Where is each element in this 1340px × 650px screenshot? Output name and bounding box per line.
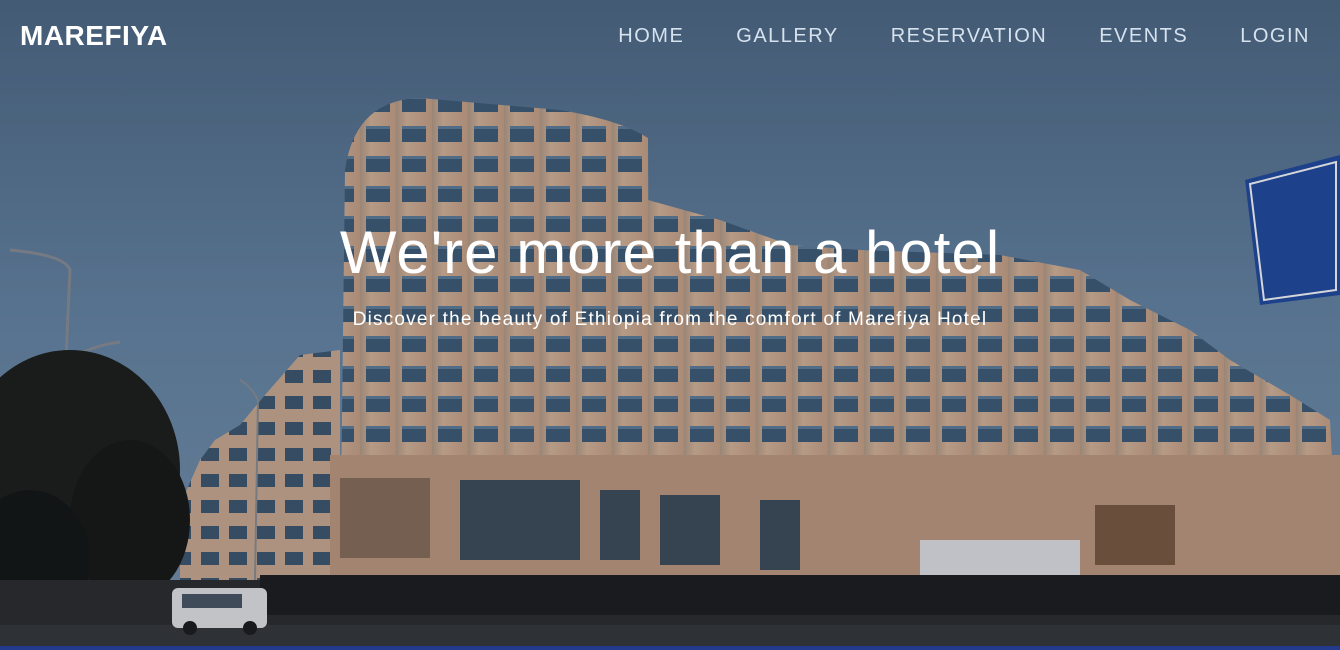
nav-home-link[interactable]: HOME — [618, 25, 684, 48]
bottom-accent-bar — [0, 646, 1340, 650]
nav-login-link[interactable]: LOGIN — [1240, 25, 1310, 48]
nav-reservation-link[interactable]: RESERVATION — [891, 25, 1048, 48]
nav-links: HOME GALLERY RESERVATION EVENTS LOGIN — [566, 25, 1310, 48]
nav-gallery-link[interactable]: GALLERY — [736, 25, 838, 48]
top-navbar: MAREFIYA HOME GALLERY RESERVATION EVENTS… — [0, 0, 1340, 72]
hero-title: We're more than a hotel — [339, 219, 1001, 286]
hero-text-block: We're more than a hotel Discover the bea… — [0, 218, 1340, 331]
nav-events-link[interactable]: EVENTS — [1099, 25, 1188, 48]
brand-logo[interactable]: MAREFIYA — [20, 20, 168, 52]
hero-subtitle: Discover the beauty of Ethiopia from the… — [352, 309, 988, 330]
hero-section: MAREFIYA HOME GALLERY RESERVATION EVENTS… — [0, 0, 1340, 650]
